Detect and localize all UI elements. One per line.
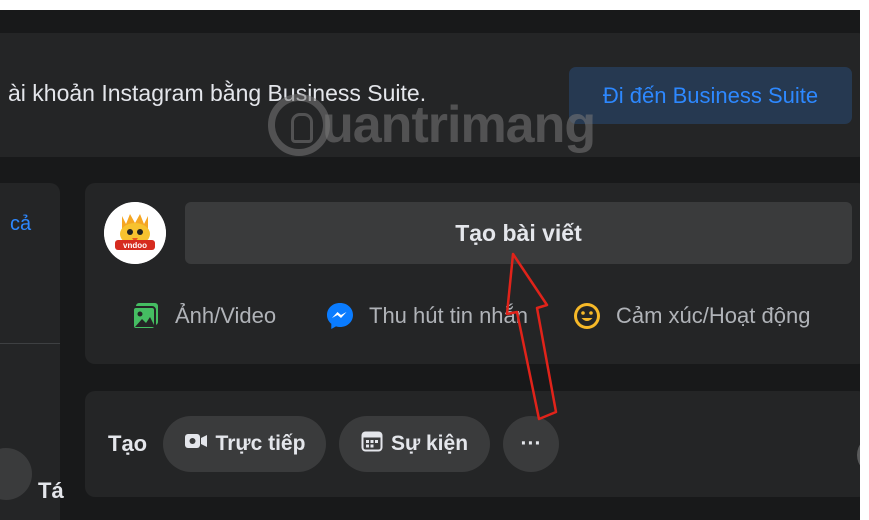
feeling-activity-action[interactable]: Cảm xúc/Hoạt động: [572, 296, 810, 336]
live-video-label: Trực tiếp: [215, 432, 306, 455]
photo-video-action[interactable]: Ảnh/Video: [131, 296, 276, 336]
watermark-text: uantrimang: [322, 96, 596, 154]
create-label: Tạo: [108, 431, 148, 456]
live-video-icon: [184, 431, 208, 457]
photo-video-icon: [131, 301, 161, 331]
page-avatar[interactable]: vndoo: [104, 202, 166, 264]
get-messages-action[interactable]: Thu hút tin nhắn: [325, 296, 528, 336]
live-video-button[interactable]: Trực tiếp: [163, 416, 326, 472]
screenshot-frame-top: [0, 0, 869, 10]
messenger-icon: [325, 301, 355, 331]
event-label: Sự kiện: [390, 432, 469, 455]
get-messages-label: Thu hút tin nhắn: [369, 303, 529, 328]
watermark-logo-icon: [268, 94, 330, 156]
screenshot-frame-right: [860, 0, 869, 520]
more-icon: ···: [520, 432, 542, 455]
more-options-button[interactable]: ···: [503, 416, 559, 472]
create-post-button[interactable]: Tạo bài viết: [185, 202, 852, 264]
side-divider: [0, 343, 60, 344]
event-button[interactable]: Sự kiện: [339, 416, 490, 472]
calendar-icon: [361, 430, 383, 458]
photo-video-label: Ảnh/Video: [175, 303, 277, 328]
side-name-fragment[interactable]: Tá: [38, 478, 64, 504]
emoji-icon: [572, 301, 602, 331]
see-all-link[interactable]: cả: [10, 213, 31, 236]
feeling-activity-label: Cảm xúc/Hoạt động: [616, 303, 811, 328]
watermark: uantrimang: [268, 92, 628, 158]
avatar-logo-text: vndoo: [123, 241, 147, 250]
vndoo-logo-icon: vndoo: [104, 202, 166, 264]
